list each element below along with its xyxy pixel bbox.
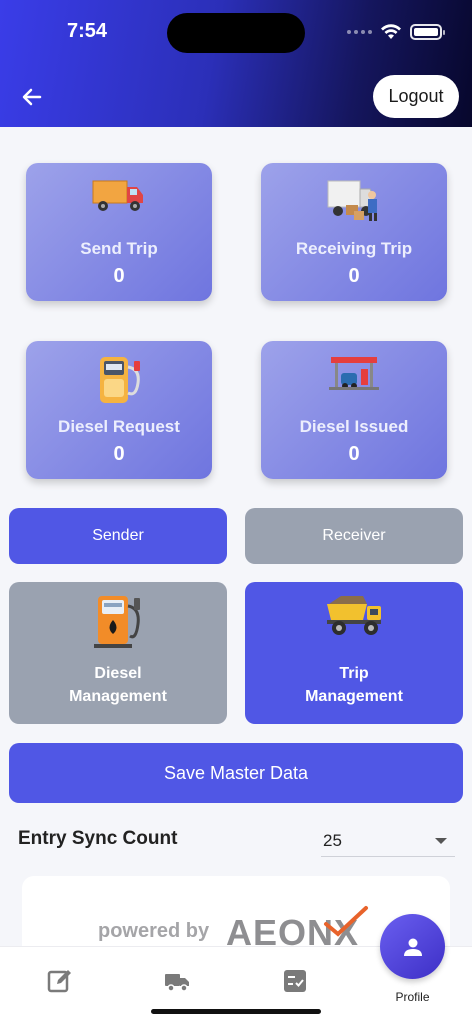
app-header: 7:54 Logout <box>0 0 472 127</box>
mgmt-title: Diesel <box>94 665 142 682</box>
stat-value: 0 <box>113 265 125 287</box>
wifi-icon <box>381 24 401 39</box>
profile-button[interactable] <box>380 914 445 979</box>
tab-sender[interactable]: Sender <box>9 508 227 564</box>
trip-management-card[interactable]: Trip Management <box>245 582 463 724</box>
save-master-data-button[interactable]: Save Master Data <box>9 743 463 803</box>
diesel-management-card[interactable]: Diesel Management <box>9 582 227 724</box>
receiving-trip-card[interactable]: Receiving Trip 0 <box>261 163 447 301</box>
home-indicator <box>151 1009 321 1014</box>
status-icons <box>347 24 445 40</box>
mgmt-subtitle: Management <box>305 688 403 705</box>
stat-value: 0 <box>348 265 360 287</box>
battery-icon <box>410 24 445 40</box>
gas-station-icon <box>261 353 447 403</box>
edit-icon[interactable] <box>46 967 74 995</box>
checklist-icon[interactable] <box>281 967 309 995</box>
person-icon <box>403 938 422 956</box>
powered-by-text: powered by <box>98 920 210 942</box>
chevron-down-icon <box>435 838 447 844</box>
diesel-issued-card[interactable]: Diesel Issued 0 <box>261 341 447 479</box>
dynamic-island <box>167 13 305 53</box>
fuel-pump-icon <box>26 353 212 403</box>
stat-value: 0 <box>348 443 360 465</box>
unloading-truck-icon <box>261 175 447 225</box>
back-arrow-icon[interactable] <box>18 83 46 111</box>
status-time: 7:54 <box>67 20 108 42</box>
stat-label: Diesel Issued <box>299 417 409 436</box>
tab-receiver[interactable]: Receiver <box>245 508 463 564</box>
signal-icon <box>347 30 372 34</box>
dump-truck-icon <box>245 590 463 650</box>
stat-label: Send Trip <box>80 239 158 258</box>
mgmt-title: Trip <box>339 665 369 682</box>
send-trip-card[interactable]: Send Trip 0 <box>26 163 212 301</box>
profile-label: Profile <box>395 990 430 1004</box>
fuel-dispenser-icon <box>9 590 227 650</box>
stat-value: 0 <box>113 443 125 465</box>
stat-label: Diesel Request <box>58 417 180 436</box>
delivery-truck-icon <box>26 175 212 225</box>
sync-count-dropdown[interactable]: 25 <box>321 826 455 857</box>
sync-count-value: 25 <box>323 831 342 850</box>
logo-check-icon <box>324 906 368 937</box>
truck-icon[interactable] <box>163 967 191 995</box>
logout-button[interactable]: Logout <box>373 75 459 118</box>
diesel-request-card[interactable]: Diesel Request 0 <box>26 341 212 479</box>
entry-sync-count-label: Entry Sync Count <box>18 828 178 849</box>
stat-label: Receiving Trip <box>295 239 413 258</box>
mgmt-subtitle: Management <box>69 688 167 705</box>
